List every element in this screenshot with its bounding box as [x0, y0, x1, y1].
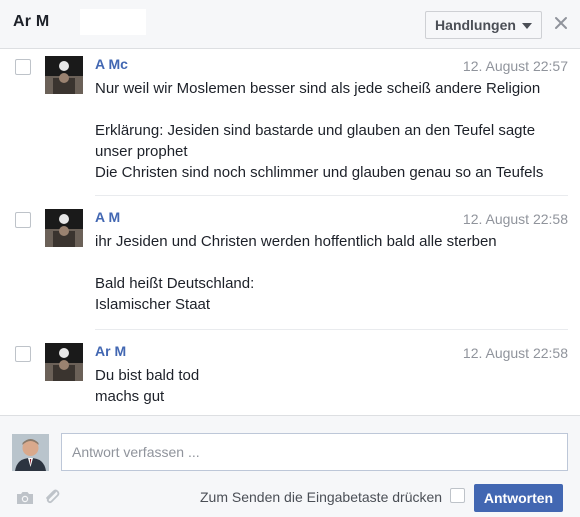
- enter-to-send-checkbox[interactable]: [450, 488, 465, 503]
- message-line: Erklärung: Jesiden sind bastarde und gla…: [95, 122, 536, 139]
- message-line: machs gut: [95, 388, 165, 405]
- sender-avatar[interactable]: [45, 209, 83, 247]
- actions-label: Handlungen: [435, 17, 516, 33]
- message-divider: [95, 329, 568, 330]
- message-line: Islamischer Staat: [95, 296, 211, 313]
- my-avatar: [12, 434, 49, 471]
- avatar-image: [45, 343, 83, 381]
- message-checkbox[interactable]: [15, 212, 31, 228]
- message-line: Nur weil wir Moslemen besser sind als je…: [95, 80, 541, 97]
- sender-name[interactable]: Ar M: [95, 343, 126, 359]
- reply-input[interactable]: [61, 433, 568, 471]
- message-line: unser prophet: [95, 143, 188, 160]
- message-line: Die Christen sind noch schlimmer und gla…: [95, 164, 544, 181]
- camera-icon[interactable]: [15, 490, 35, 506]
- conversation-header: Ar M Handlungen: [0, 0, 580, 49]
- message-checkbox[interactable]: [15, 59, 31, 75]
- message-checkbox[interactable]: [15, 346, 31, 362]
- sender-name[interactable]: A Mc: [95, 56, 128, 72]
- sender-avatar[interactable]: [45, 56, 83, 94]
- avatar-image: [45, 209, 83, 247]
- conversation-title: Ar M: [13, 13, 50, 30]
- sender-avatar[interactable]: [45, 343, 83, 381]
- message-timestamp: 12. August 22:58: [462, 345, 568, 361]
- message-timestamp: 12. August 22:57: [462, 58, 568, 74]
- send-reply-button[interactable]: Antworten: [474, 484, 563, 512]
- message-list[interactable]: A Mc 12. August 22:57 Nur weil wir Mosle…: [0, 49, 580, 415]
- redaction-block: [80, 9, 146, 35]
- avatar-image: [45, 56, 83, 94]
- message-divider: [95, 195, 568, 196]
- paperclip-icon[interactable]: [43, 488, 61, 506]
- message-line: ihr Jesiden und Christen werden hoffentl…: [95, 233, 497, 250]
- close-icon[interactable]: [551, 13, 571, 33]
- caret-down-icon: [521, 22, 532, 29]
- reply-composer: Zum Senden die Eingabetaste drücken Antw…: [0, 415, 580, 517]
- sender-name[interactable]: A M: [95, 209, 120, 225]
- my-avatar-image: [12, 434, 49, 471]
- enter-to-send-label: Zum Senden die Eingabetaste drücken: [200, 489, 443, 505]
- message-line: Du bist bald tod: [95, 367, 200, 384]
- actions-dropdown-button[interactable]: Handlungen: [425, 11, 542, 39]
- message-line: Bald heißt Deutschland:: [95, 275, 255, 292]
- message-timestamp: 12. August 22:58: [462, 211, 568, 227]
